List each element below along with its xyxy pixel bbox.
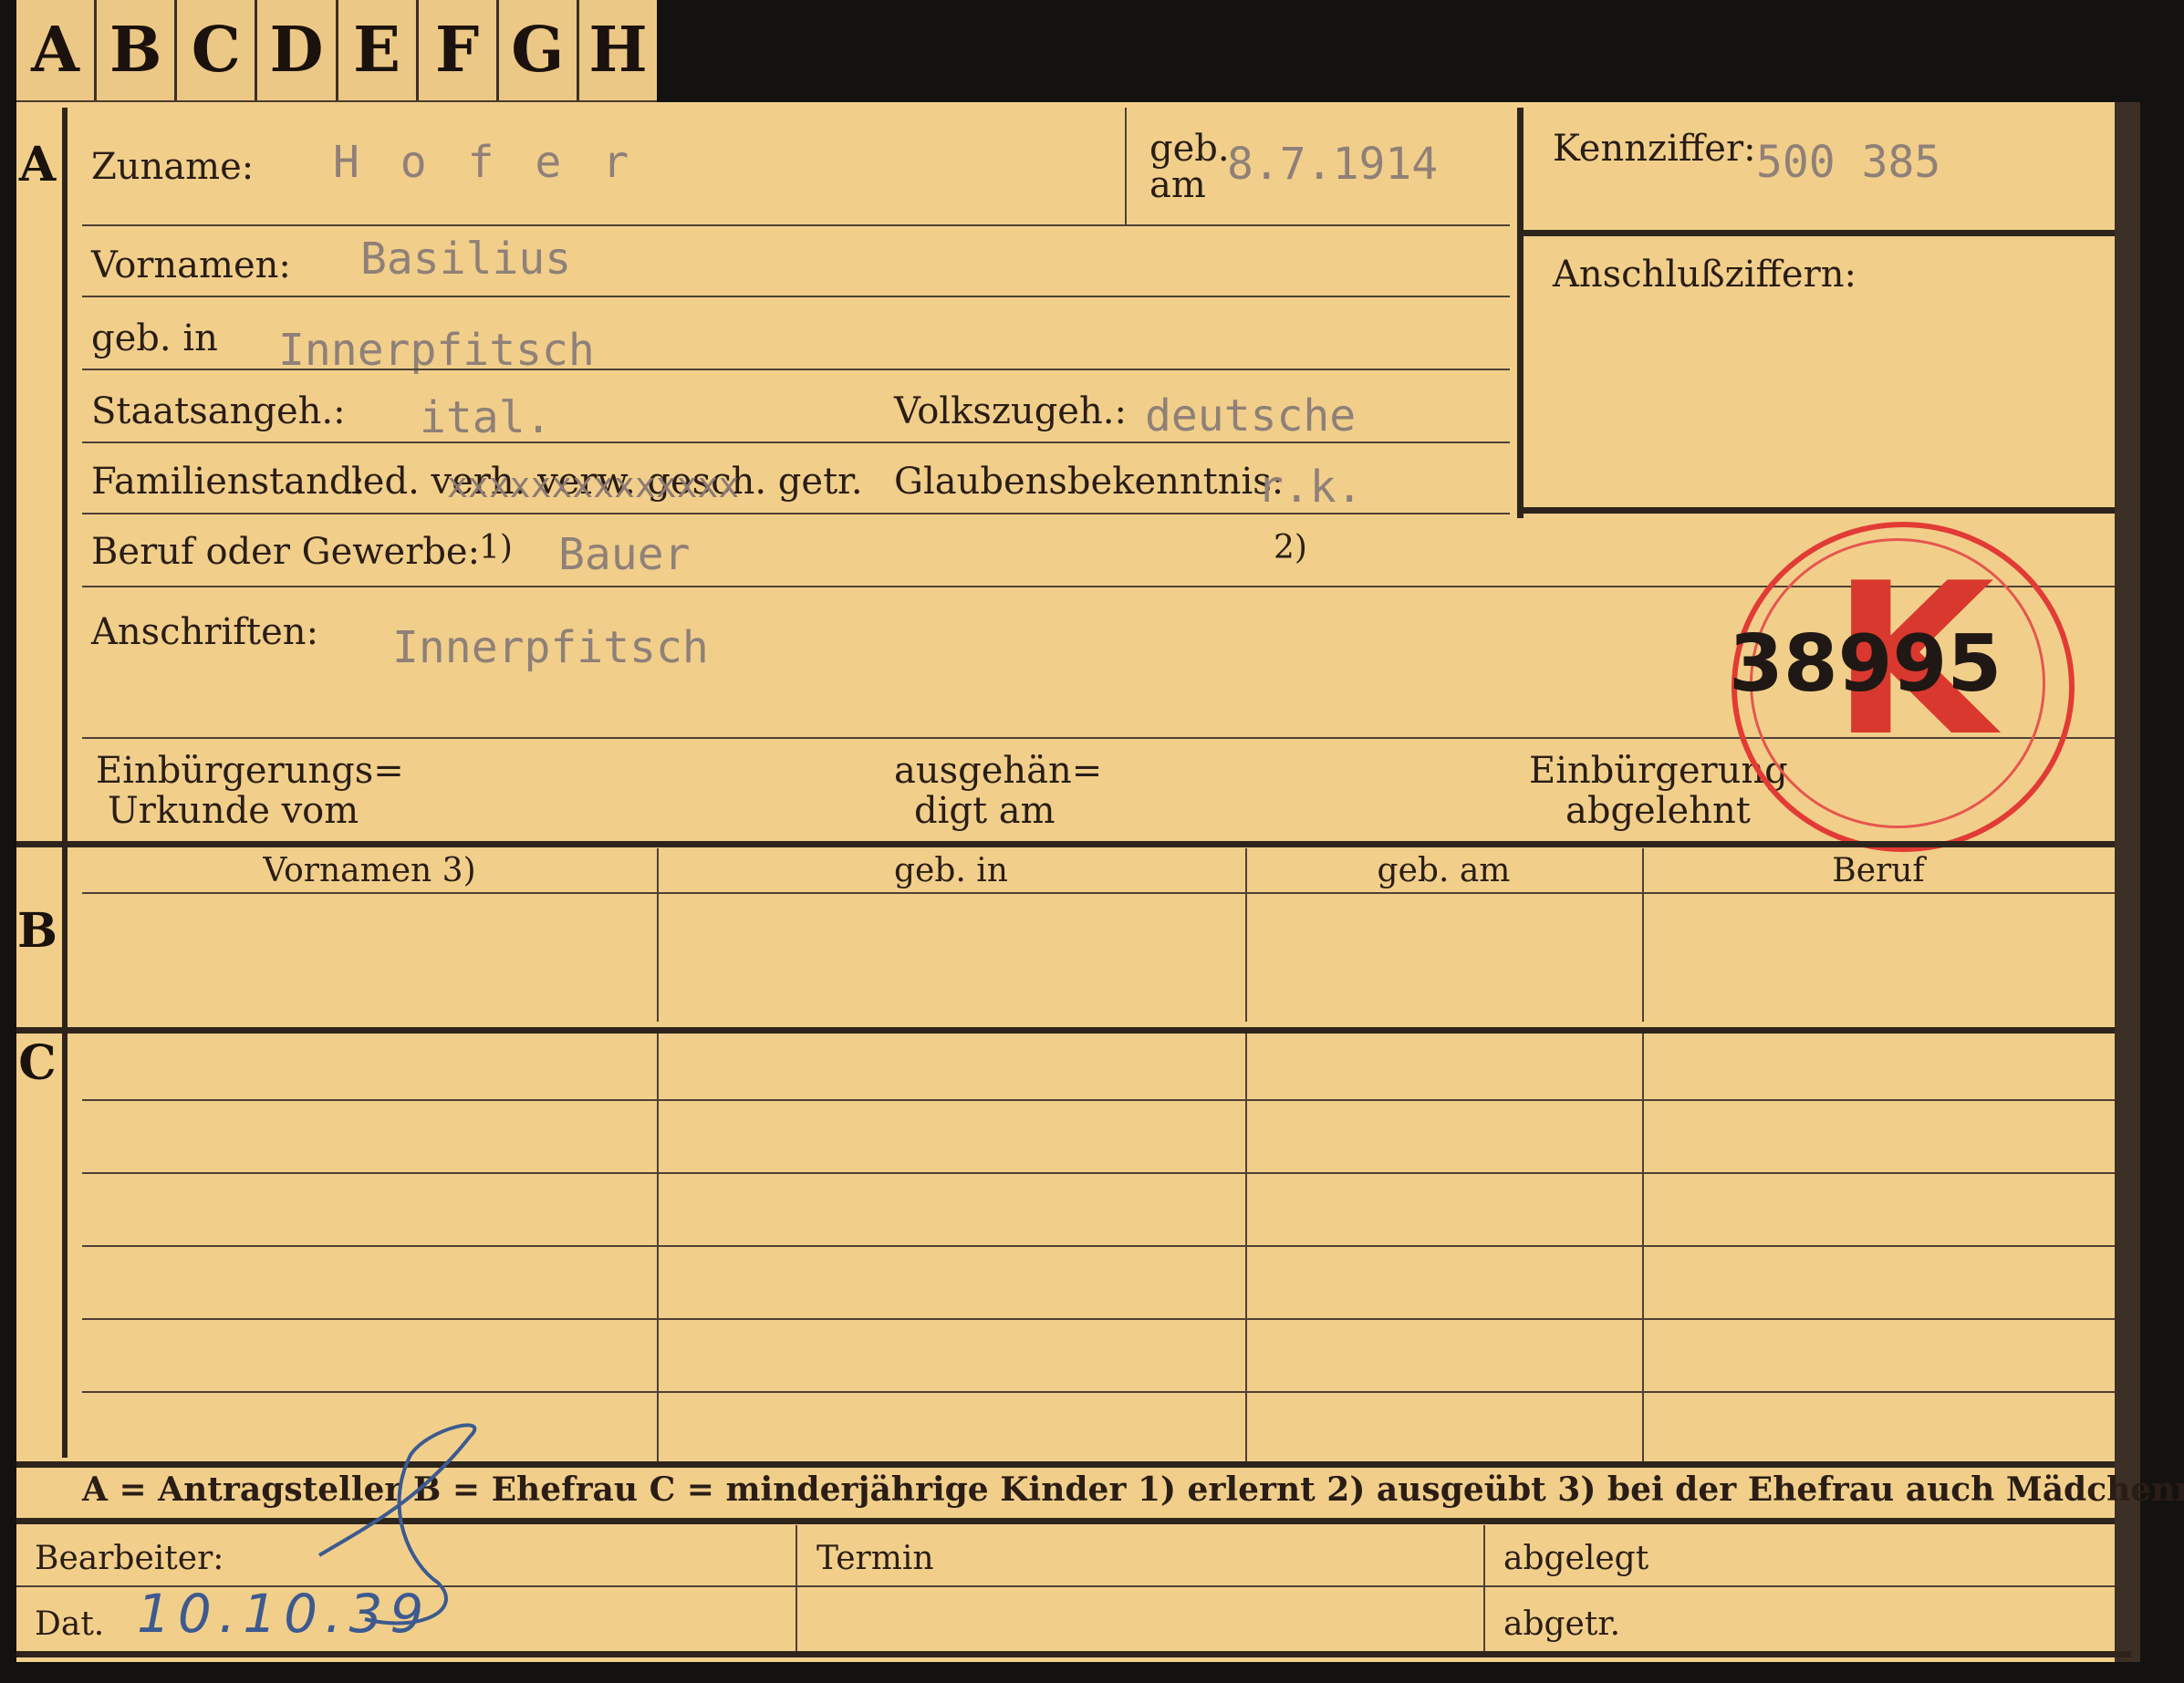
anschlussziffern-label: Anschlußziffern: (1553, 254, 1856, 296)
table-c-col-divider-2 (1245, 1034, 1247, 1462)
einbuergerung-urkunde-label-2: Urkunde vom (108, 790, 359, 832)
table-b-header-vornamen: Vornamen 3) (263, 852, 476, 889)
rule-staatsangeh (82, 442, 1510, 443)
tab-c[interactable]: C (177, 0, 258, 100)
rule-zuname (82, 224, 1510, 226)
vornamen-label: Vornamen: (91, 244, 291, 286)
ausgehaendigt-label-1: ausgehän= (894, 750, 1103, 792)
table-b-header-beruf: Beruf (1832, 852, 1925, 889)
section-margin-rule (62, 108, 68, 1458)
table-b-header-geb-am: geb. am (1377, 852, 1511, 889)
section-c-top-rule (16, 1027, 2115, 1034)
tab-h[interactable]: H (579, 0, 657, 100)
rule-vornamen (82, 296, 1510, 297)
table-b-header-rule (82, 892, 2115, 894)
einbuergerung-urkunde-label-1: Einbürgerungs= (96, 750, 404, 792)
table-c-row-rule-1 (82, 1099, 2115, 1101)
familienstand-label: Familienstand: (91, 461, 365, 503)
geb-am-divider (1125, 108, 1127, 224)
tab-a[interactable]: A (16, 0, 98, 100)
stamp-number: 38995 (1729, 618, 2002, 710)
volkszugeh-value[interactable]: deutsche (1145, 390, 1356, 442)
card-bottom-rule (16, 1651, 2131, 1657)
section-a-label: A (18, 137, 57, 192)
volkszugeh-label: Volkszugeh.: (894, 390, 1127, 432)
bearbeiter-label: Bearbeiter: (35, 1540, 224, 1577)
section-b-top-rule (16, 841, 2115, 847)
anschriften-label: Anschriften: (91, 611, 319, 653)
tab-b[interactable]: B (97, 0, 178, 100)
card-right-edge (2115, 102, 2140, 1662)
kennziffer-label: Kennziffer: (1553, 128, 1756, 170)
familienstand-strikeout: xxxxxxxxxxxxxx (447, 465, 740, 505)
tab-e[interactable]: E (338, 0, 419, 100)
staatsangeh-value[interactable]: ital. (420, 392, 552, 443)
table-b-header-geb-in: geb. in (894, 852, 1008, 889)
kennziffer-box-divider (1517, 230, 2115, 236)
section-c-label: C (18, 1035, 57, 1091)
beruf-label: Beruf oder Gewerbe: (91, 531, 481, 573)
table-c-row-rule-2 (82, 1172, 2115, 1174)
footer-divider-1 (796, 1525, 797, 1653)
tab-d[interactable]: D (257, 0, 338, 100)
kennziffer-value[interactable]: 500 385 (1756, 137, 1940, 188)
abgetr-label: abgetr. (1503, 1605, 1621, 1643)
zuname-value[interactable]: H o f e r (333, 137, 636, 188)
kennziffer-box-bottom (1517, 507, 2115, 514)
table-c-row-rule-3 (82, 1245, 2115, 1247)
glaubensbekenntnis-label: Glaubensbekenntnis: (894, 461, 1284, 503)
staatsangeh-label: Staatsangeh.: (91, 390, 346, 432)
table-c-row-rule-4 (82, 1318, 2115, 1320)
termin-label: Termin (816, 1540, 934, 1577)
tab-f[interactable]: F (419, 0, 499, 100)
rule-geb-in (82, 369, 1510, 370)
beruf-value[interactable]: Bauer (558, 529, 691, 580)
geb-am-value[interactable]: 8.7.1914 (1227, 139, 1438, 190)
table-c-col-divider-3 (1642, 1034, 1644, 1462)
footer-divider-2 (1483, 1525, 1485, 1653)
vornamen-value[interactable]: Basilius (360, 234, 571, 285)
geb-am-label-2: am (1149, 164, 1206, 206)
table-c-col-divider-1 (657, 1034, 659, 1462)
table-c-row-rule-5 (82, 1391, 2115, 1393)
tab-g[interactable]: G (499, 0, 579, 100)
beruf-note-1: 1) (479, 529, 513, 566)
dat-label: Dat. (35, 1605, 105, 1643)
kennziffer-box-left (1517, 108, 1524, 518)
geb-in-label: geb. in (91, 317, 218, 359)
beruf-note-2: 2) (1274, 529, 1307, 566)
handwritten-signature (317, 1423, 477, 1626)
glaubensbekenntnis-value[interactable]: r.k. (1257, 462, 1363, 513)
zuname-label: Zuname: (91, 146, 255, 188)
section-b-label: B (17, 903, 57, 959)
index-tab-strip: A B C D E F G H (16, 0, 657, 106)
einbuergerung-abgelehnt-label-2: abgelehnt (1565, 790, 1751, 832)
rule-familienstand (82, 513, 1510, 514)
anschriften-value[interactable]: Innerpfitsch (392, 622, 709, 673)
ausgehaendigt-label-2: digt am (914, 790, 1056, 832)
abgelegt-label: abgelegt (1503, 1540, 1649, 1577)
